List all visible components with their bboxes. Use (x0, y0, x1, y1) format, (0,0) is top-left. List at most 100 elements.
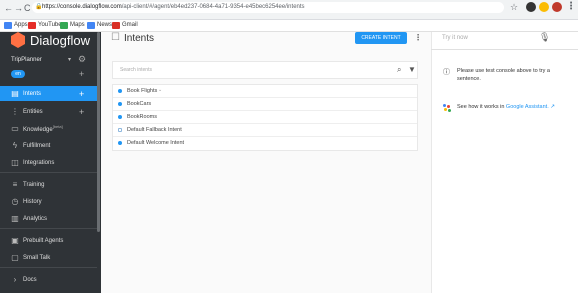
intent-name[interactable]: BookCars (127, 101, 151, 107)
forward-icon[interactable]: → (14, 3, 23, 13)
caret-down-icon[interactable]: ▾ (68, 56, 71, 63)
entities-icon: ⋮ (11, 107, 19, 116)
intent-status-icon (118, 102, 122, 106)
assistant-info: See how it works in Google Assistant. ↗ (457, 104, 555, 110)
sidebar-item-text: History (23, 198, 42, 205)
filter-icon[interactable]: ▼ (408, 65, 416, 74)
search-icon[interactable]: ⌕ (397, 65, 401, 75)
bookmark-label: News (97, 22, 113, 28)
language-badge[interactable]: en (11, 70, 25, 78)
brand-logo[interactable]: Dialogflow (11, 32, 90, 48)
sidebar-item-text: Integrations (23, 159, 55, 166)
url-path: /api-client/#/agent/eb4ed237-0684-4a71-9… (121, 4, 305, 10)
bookmark-2[interactable]: Maps (60, 21, 85, 30)
intent-row[interactable]: Book Flights ⌄ (113, 85, 417, 98)
intent-row[interactable]: BookCars (113, 98, 417, 111)
bookmark-icon (87, 22, 95, 29)
bookmark-4[interactable]: Gmail (112, 21, 138, 30)
lock-icon: 🔒 (35, 4, 43, 10)
sidebar-item-training[interactable]: ≡ Training (0, 177, 97, 192)
sidebar-item-entities[interactable]: ⋮ Entities + (0, 104, 97, 119)
external-link-icon[interactable]: ↗ (550, 104, 555, 110)
intent-status-icon (118, 141, 122, 145)
extension-icon[interactable] (539, 2, 549, 12)
add-language-icon[interactable]: + (79, 69, 84, 79)
profile-avatar[interactable] (552, 2, 562, 12)
sidebar-item-text: Docs (23, 276, 37, 283)
agent-selector[interactable]: TripPlanner (11, 57, 42, 63)
intent-search[interactable]: Search intents ⌕ ▼ (112, 61, 418, 79)
browser-menu-icon[interactable]: ⋮ (566, 1, 576, 12)
bookmark-3[interactable]: News (87, 21, 112, 30)
reload-icon[interactable]: C (24, 3, 31, 13)
create-intent-button[interactable]: CREATE INTENT (355, 32, 407, 44)
sidebar-item-text: Entities (23, 108, 43, 115)
intent-name[interactable]: Default Welcome Intent (127, 140, 184, 146)
address-bar[interactable]: 🔒 https://console.dialogflow.com/api-cli… (32, 2, 504, 13)
training-icon: ≡ (12, 180, 18, 189)
sidebar-item-label: Intents (23, 91, 41, 97)
chevron-right-icon: › (13, 275, 17, 284)
sidebar-item-label: Analytics (23, 216, 47, 222)
chevron-down-icon[interactable]: ⌄ (158, 87, 162, 93)
brand-name: Dialogflow (30, 32, 90, 48)
sidebar-item-label: Integrations (23, 160, 54, 166)
sidebar-item-label: Prebuilt Agents (23, 238, 63, 244)
url-domain: https://console.dialogflow.com (42, 4, 122, 10)
smalltalk-icon: ▢ (11, 253, 19, 262)
sidebar-item-knowledge[interactable]: ▭ Knowledge[beta] (0, 121, 97, 136)
extension-icon[interactable] (526, 2, 536, 12)
back-icon[interactable]: ← (4, 3, 13, 13)
chat-icon: ☐ (111, 32, 120, 43)
sidebar-item-fulfillment[interactable]: ϟ Fulfillment (0, 138, 97, 153)
sidebar-item-history[interactable]: ◷ History (0, 194, 97, 209)
bolt-icon: ϟ (12, 141, 18, 150)
google-assistant-icon (443, 104, 451, 112)
bookmarks-bar: Apps YouTube Maps News Gmail (0, 20, 578, 32)
bookmark-star-icon[interactable]: ☆ (510, 2, 518, 13)
bookmark-0[interactable]: Apps (4, 21, 28, 30)
bookmark-label: YouTube (38, 22, 62, 28)
bookmark-1[interactable]: YouTube (28, 21, 62, 30)
bookmark-label: Gmail (122, 22, 138, 28)
sidebar-item-label: Entities (23, 109, 43, 115)
more-options-icon[interactable]: ⋮ (414, 33, 422, 42)
console-hint: Please use test console above to try a s… (457, 68, 550, 82)
intent-status-icon (118, 115, 122, 119)
intent-name[interactable]: Book Flights (127, 88, 157, 94)
sidebar-item-text: Analytics (23, 215, 48, 222)
divider (431, 49, 578, 50)
intent-status-icon (118, 89, 122, 93)
sidebar-item-label: Small Talk (23, 255, 50, 261)
try-it-input[interactable]: Try it now (442, 35, 468, 41)
microphone-icon[interactable]: 🎙 (539, 32, 550, 43)
bookmark-icon (112, 22, 120, 29)
intent-row[interactable]: Default Fallback Intent (113, 124, 417, 137)
sidebar-item-small-talk[interactable]: ▢ Small Talk (0, 250, 97, 265)
sidebar-item-label: Docs (23, 277, 37, 283)
beta-badge: [beta] (52, 124, 63, 129)
sidebar-item-analytics[interactable]: ▥ Analytics (0, 211, 97, 226)
add-icon[interactable]: + (79, 89, 84, 99)
search-input[interactable]: Search intents (120, 67, 152, 73)
sidebar-divider (0, 267, 97, 268)
prebuilt-icon: ▣ (11, 236, 19, 245)
intent-name[interactable]: BookRooms (127, 114, 157, 120)
add-icon[interactable]: + (79, 107, 84, 117)
google-assistant-link[interactable]: Google Assistant. (506, 104, 549, 110)
intent-row[interactable]: BookRooms (113, 111, 417, 124)
bookmark-icon (28, 22, 36, 29)
sidebar-item-prebuilt-agents[interactable]: ▣ Prebuilt Agents (0, 233, 97, 248)
intent-name[interactable]: Default Fallback Intent (127, 127, 182, 133)
sidebar-item-integrations[interactable]: ◫ Integrations (0, 155, 97, 170)
sidebar-item-label: Knowledge[beta] (23, 124, 63, 133)
bookmark-icon (60, 22, 68, 29)
sidebar-item-text: Prebuilt Agents (23, 237, 64, 244)
sidebar-scrollbar[interactable] (97, 32, 100, 232)
sidebar-item-docs[interactable]: › Docs (0, 272, 97, 287)
gear-icon[interactable]: ⚙ (78, 54, 86, 65)
intent-row[interactable]: Default Welcome Intent (113, 137, 417, 150)
intent-status-icon (118, 128, 122, 132)
sidebar-item-intents[interactable]: ▤ Intents + (0, 86, 97, 101)
sidebar-divider (0, 172, 97, 173)
